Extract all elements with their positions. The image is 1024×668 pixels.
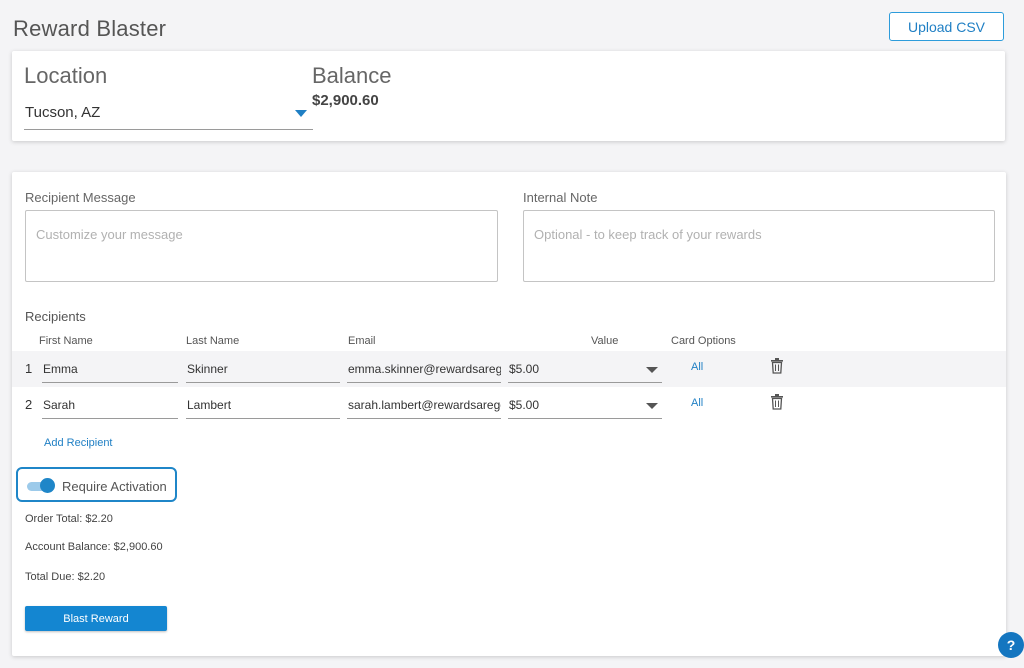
row-number: 1 bbox=[25, 361, 33, 376]
chevron-down-icon bbox=[295, 110, 307, 117]
email-field[interactable]: emma.skinner@rewardsaregc bbox=[347, 355, 501, 383]
value-select[interactable]: $5.00 bbox=[508, 355, 662, 383]
last-name-field[interactable]: Lambert bbox=[186, 391, 340, 419]
location-value: Tucson, AZ bbox=[25, 104, 101, 121]
location-label: Location bbox=[24, 63, 108, 88]
recipient-message-placeholder: Customize your message bbox=[36, 227, 183, 242]
value-selected: $5.00 bbox=[509, 362, 540, 376]
add-recipient-link[interactable]: Add Recipient bbox=[44, 437, 113, 449]
first-name-value: Emma bbox=[43, 362, 78, 376]
toggle-knob bbox=[40, 478, 55, 493]
table-row: 2 Sarah Lambert sarah.lambert@rewardsare… bbox=[12, 387, 1006, 423]
trash-icon[interactable] bbox=[770, 394, 784, 410]
last-name-value: Lambert bbox=[187, 398, 232, 412]
last-name-value: Skinner bbox=[187, 362, 228, 376]
first-name-field[interactable]: Emma bbox=[42, 355, 178, 383]
location-card: Location Tucson, AZ Balance $2,900.60 bbox=[12, 51, 1005, 141]
location-select[interactable]: Tucson, AZ bbox=[24, 99, 313, 130]
internal-note-label: Internal Note bbox=[523, 190, 598, 205]
internal-note-input[interactable]: Optional - to keep track of your rewards bbox=[523, 210, 995, 282]
row-number: 2 bbox=[25, 397, 33, 412]
column-header-value: Value bbox=[591, 335, 619, 347]
chevron-down-icon bbox=[646, 403, 658, 409]
upload-csv-button[interactable]: Upload CSV bbox=[889, 12, 1004, 41]
email-field[interactable]: sarah.lambert@rewardsaregc bbox=[347, 391, 501, 419]
recipients-label: Recipients bbox=[25, 309, 86, 324]
chevron-down-icon bbox=[646, 367, 658, 373]
page-title: Reward Blaster bbox=[13, 16, 167, 41]
email-value: sarah.lambert@rewardsaregc bbox=[348, 398, 501, 412]
column-header-first-name: First Name bbox=[39, 335, 93, 347]
first-name-field[interactable]: Sarah bbox=[42, 391, 178, 419]
reward-form-card: Recipient Message Customize your message… bbox=[12, 172, 1006, 656]
balance-label: Balance bbox=[312, 63, 392, 88]
require-activation-toggle[interactable]: Require Activation bbox=[16, 467, 177, 502]
card-options-link[interactable]: All bbox=[691, 397, 703, 409]
balance-value: $2,900.60 bbox=[312, 92, 379, 109]
card-options-link[interactable]: All bbox=[691, 361, 703, 373]
internal-note-placeholder: Optional - to keep track of your rewards bbox=[534, 227, 762, 242]
help-button[interactable]: ? bbox=[998, 632, 1024, 658]
trash-icon[interactable] bbox=[770, 358, 784, 374]
total-due: Total Due: $2.20 bbox=[25, 571, 106, 583]
column-header-last-name: Last Name bbox=[186, 335, 240, 347]
order-total: Order Total: $2.20 bbox=[25, 513, 113, 525]
email-value: emma.skinner@rewardsaregc bbox=[348, 362, 501, 376]
value-selected: $5.00 bbox=[509, 398, 540, 412]
recipient-message-input[interactable]: Customize your message bbox=[25, 210, 498, 282]
value-select[interactable]: $5.00 bbox=[508, 391, 662, 419]
last-name-field[interactable]: Skinner bbox=[186, 355, 340, 383]
table-row: 1 Emma Skinner emma.skinner@rewardsaregc… bbox=[12, 351, 1006, 387]
account-balance: Account Balance: $2,900.60 bbox=[25, 541, 163, 553]
recipient-message-label: Recipient Message bbox=[25, 190, 136, 205]
first-name-value: Sarah bbox=[43, 398, 76, 412]
blast-reward-button[interactable]: Blast Reward bbox=[25, 606, 167, 631]
column-header-email: Email bbox=[348, 335, 376, 347]
require-activation-label: Require Activation bbox=[62, 479, 167, 494]
column-header-card-options: Card Options bbox=[671, 335, 736, 347]
